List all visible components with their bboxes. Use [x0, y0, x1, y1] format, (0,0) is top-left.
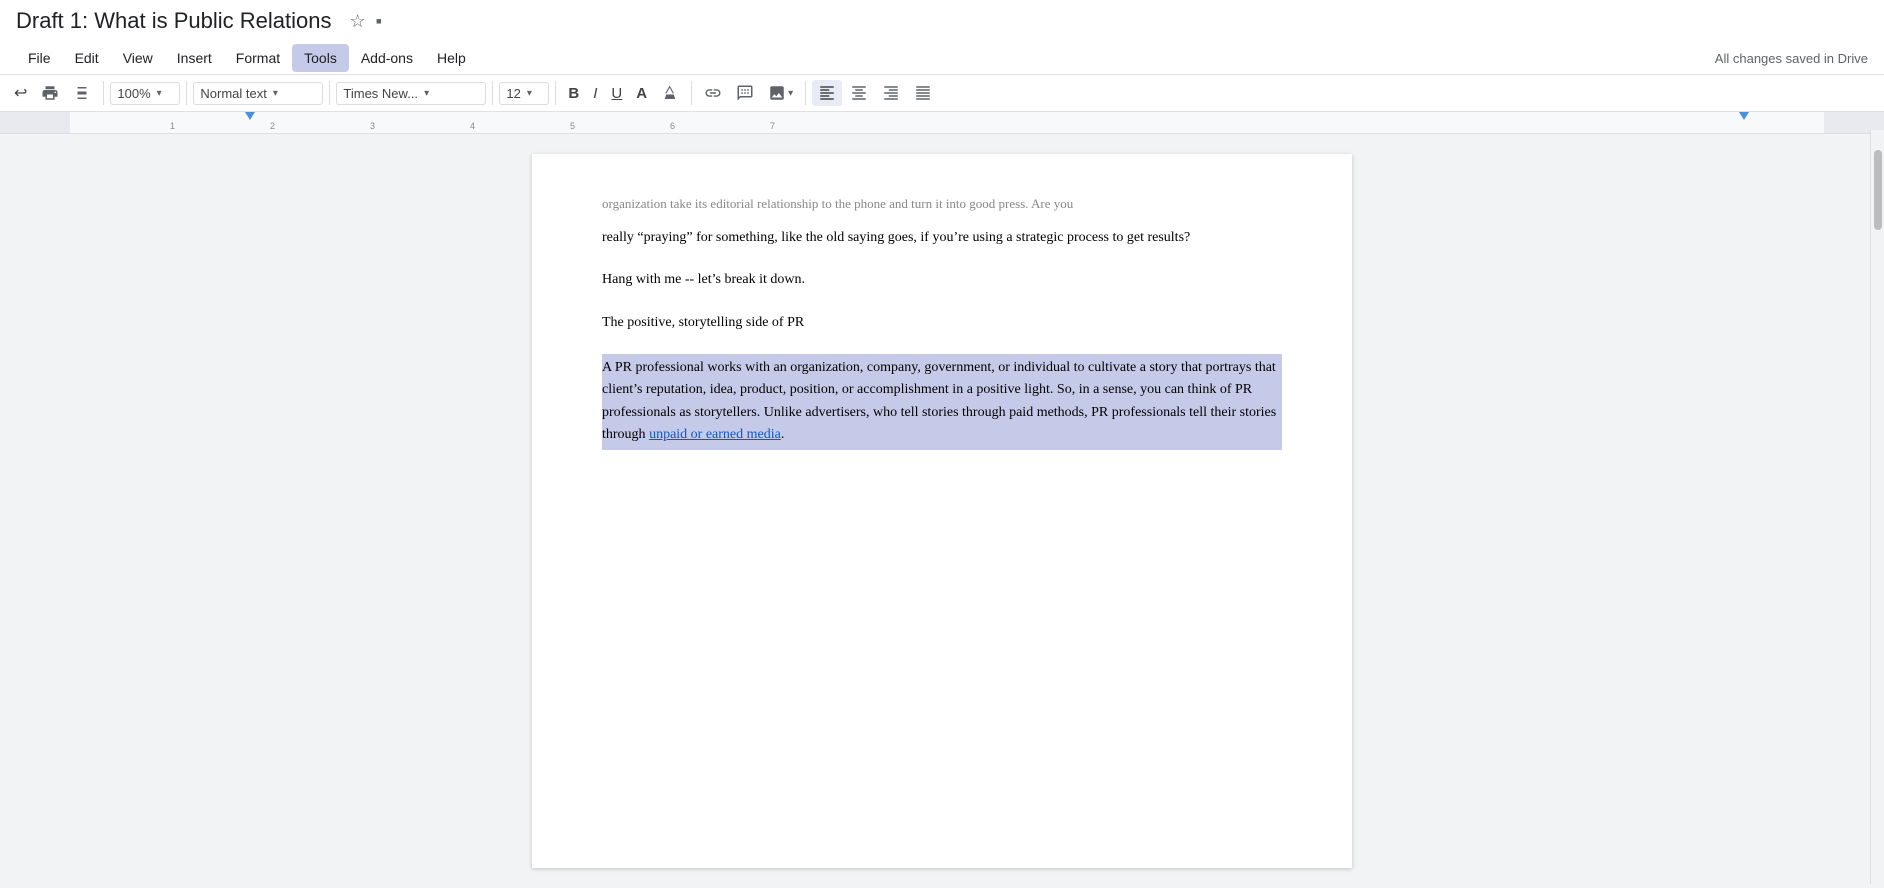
bottom-cut [602, 470, 1282, 491]
document-page[interactable]: organization take its editorial relation… [532, 154, 1352, 868]
ruler-num-5: 5 [570, 121, 575, 131]
paragraph-1-text: really “praying” for something, like the… [602, 230, 1190, 245]
doc-title: Draft 1: What is Public Relations [16, 8, 331, 34]
menu-file[interactable]: File [16, 44, 63, 72]
save-status: All changes saved in Drive [1715, 51, 1868, 66]
text-style-select[interactable]: Normal text ▾ [193, 82, 323, 105]
star-icon[interactable]: ☆ [349, 11, 365, 32]
menu-tools[interactable]: Tools [292, 44, 349, 72]
zoom-chevron: ▾ [157, 88, 162, 99]
ruler-num-6: 6 [670, 121, 675, 131]
font-chevron: ▾ [424, 88, 429, 99]
zoom-select[interactable]: 100% ▾ [110, 82, 180, 105]
align-right-button[interactable] [876, 80, 906, 106]
ruler-num-1: 1 [170, 121, 175, 131]
folder-icon[interactable]: ▪ [376, 11, 382, 32]
toolbar-divider-4 [492, 81, 493, 105]
paragraph-2-text: Hang with me -- let’s break it down. [602, 272, 805, 287]
link-earned-media[interactable]: unpaid or earned media [649, 427, 781, 442]
bold-button[interactable]: B [562, 81, 585, 106]
image-button[interactable]: ▾ [762, 80, 799, 106]
font-size-value: 12 [506, 86, 520, 101]
toolbar-divider-2 [186, 81, 187, 105]
scrollbar[interactable] [1870, 130, 1884, 884]
zoom-value: 100% [117, 86, 150, 101]
font-size-chevron: ▾ [527, 88, 532, 99]
font-size-select[interactable]: 12 ▾ [499, 82, 549, 105]
period: . [781, 427, 785, 442]
toolbar-divider-7 [805, 81, 806, 105]
highlight-button[interactable] [655, 80, 685, 106]
ruler-num-4: 4 [470, 121, 475, 131]
comment-button[interactable] [730, 80, 760, 106]
title-bar: Draft 1: What is Public Relations ☆ ▪ [0, 0, 1884, 42]
ruler: 1 2 3 4 5 6 7 [0, 112, 1884, 134]
align-justify-button[interactable] [908, 80, 938, 106]
toolbar-divider-3 [329, 81, 330, 105]
scrollbar-thumb[interactable] [1874, 150, 1882, 230]
menu-format[interactable]: Format [224, 44, 292, 72]
font-color-label: A [636, 85, 647, 102]
font-select[interactable]: Times New... ▾ [336, 82, 486, 105]
paragraph-3-heading: The positive, storytelling side of PR [602, 312, 1282, 334]
align-center-button[interactable] [844, 80, 874, 106]
underline-button[interactable]: U [605, 81, 628, 106]
main-area: organization take its editorial relation… [0, 134, 1884, 888]
ruler-num-3: 3 [370, 121, 375, 131]
menu-view[interactable]: View [111, 44, 165, 72]
image-chevron: ▾ [788, 88, 793, 99]
print-button[interactable] [35, 80, 65, 106]
paragraph-3-text: The positive, storytelling side of PR [602, 315, 804, 330]
menu-edit[interactable]: Edit [63, 44, 111, 72]
paint-format-button[interactable] [67, 80, 97, 106]
highlighted-paragraph: A PR professional works with an organiza… [602, 354, 1282, 450]
toolbar-divider-5 [555, 81, 556, 105]
undo-button[interactable]: ↩ [8, 79, 33, 107]
paragraph-2: Hang with me -- let’s break it down. [602, 269, 1282, 291]
text-style-value: Normal text [200, 86, 266, 101]
font-value: Times New... [343, 86, 418, 101]
cut-top-paragraph: organization take its editorial relation… [602, 194, 1282, 215]
ruler-left-marker [245, 112, 255, 120]
toolbar: ↩ 100% ▾ Normal text ▾ Times New... ▾ 12… [0, 75, 1884, 112]
ruler-num-7: 7 [770, 121, 775, 131]
text-style-chevron: ▾ [273, 88, 278, 99]
ruler-right-marker [1739, 112, 1749, 120]
menu-addons[interactable]: Add-ons [349, 44, 425, 72]
toolbar-divider-6 [691, 81, 692, 105]
italic-button[interactable]: I [587, 81, 603, 106]
menu-insert[interactable]: Insert [165, 44, 224, 72]
link-button[interactable] [698, 80, 728, 106]
font-color-button[interactable]: A [630, 81, 653, 106]
align-left-button[interactable] [812, 80, 842, 106]
paragraph-1: really “praying” for something, like the… [602, 227, 1282, 249]
ruler-num-2: 2 [270, 121, 275, 131]
menu-help[interactable]: Help [425, 44, 478, 72]
toolbar-divider-1 [103, 81, 104, 105]
menu-bar: File Edit View Insert Format Tools Add-o… [0, 42, 1884, 75]
